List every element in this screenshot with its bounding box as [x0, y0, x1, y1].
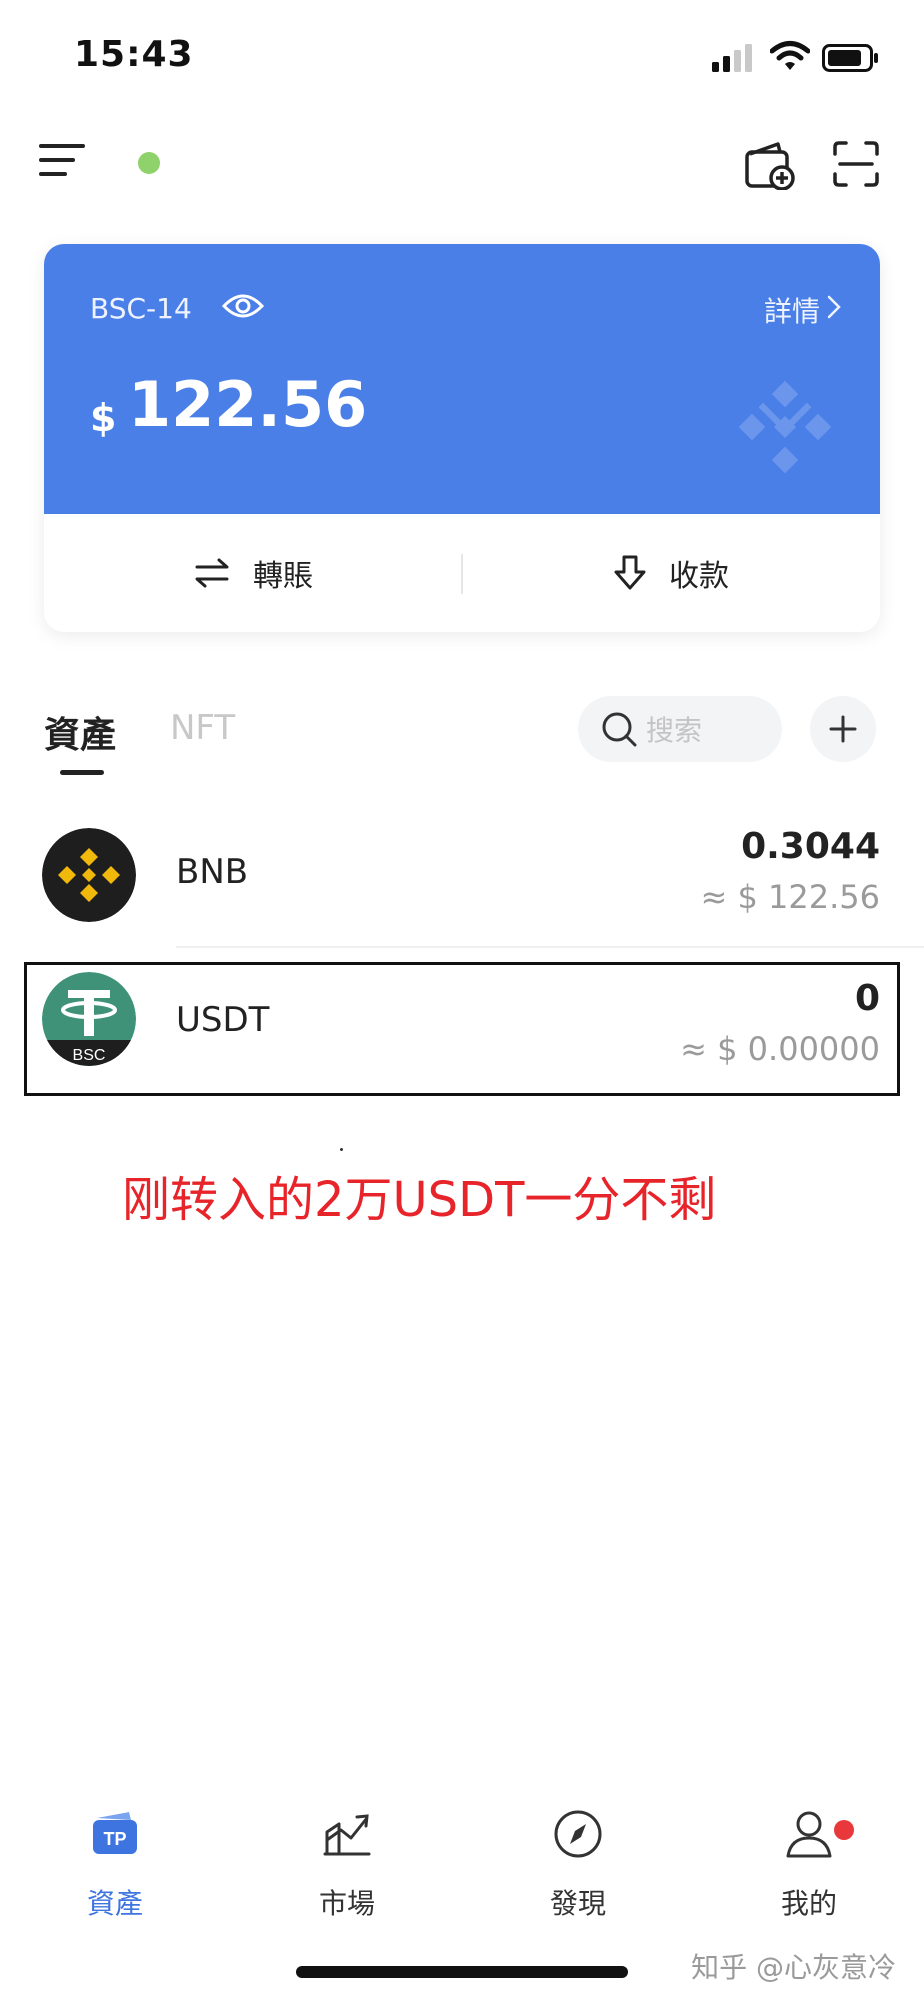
total-balance: 122.56: [128, 368, 368, 441]
compass-icon: [554, 1810, 602, 1858]
wallet-card: BSC-14 詳情 $ 122.56 轉賬 收款: [44, 244, 880, 632]
stray-dot: [340, 1148, 343, 1151]
annotation-text: 刚转入的2万USDT一分不剩: [122, 1172, 717, 1228]
currency-symbol: $: [90, 396, 117, 440]
online-status-dot: [138, 152, 160, 174]
svg-text:TP: TP: [103, 1829, 126, 1849]
chevron-right-icon[interactable]: [826, 294, 842, 320]
token-amount: 0.3044: [741, 826, 880, 867]
tab-nft[interactable]: NFT: [170, 708, 235, 748]
search-placeholder: 搜索: [646, 714, 703, 747]
receive-button[interactable]: 收款: [462, 514, 880, 632]
nav-label: 資產: [86, 1887, 143, 1920]
home-indicator[interactable]: [296, 1966, 628, 1978]
bnb-watermark-icon: [738, 380, 832, 474]
nav-label: 我的: [780, 1887, 837, 1920]
nav-market[interactable]: 市場: [272, 1808, 422, 1920]
wallet-name: BSC-14: [90, 292, 192, 325]
wallet-balance-panel: BSC-14 詳情 $ 122.56: [44, 244, 880, 514]
search-input[interactable]: 搜索: [578, 696, 782, 762]
search-icon: [602, 712, 637, 747]
add-token-button[interactable]: [810, 696, 876, 762]
token-row-bnb[interactable]: BNB 0.3044 ≈ $ 122.56: [0, 804, 924, 944]
eye-icon[interactable]: [222, 290, 264, 322]
nav-profile[interactable]: 我的: [734, 1808, 884, 1920]
receive-label: 收款: [669, 559, 729, 594]
battery-icon: [822, 44, 878, 72]
details-link[interactable]: 詳情: [764, 290, 820, 330]
notification-badge: [834, 1820, 854, 1840]
wifi-icon: [770, 41, 810, 70]
tp-wallet-icon: TP: [93, 1812, 137, 1854]
add-wallet-icon[interactable]: [744, 140, 796, 190]
nav-assets[interactable]: TP 資產: [40, 1808, 190, 1920]
watermark-text: 知乎 @心灰意冷: [691, 1951, 896, 1984]
user-icon: [786, 1811, 832, 1858]
download-arrow-icon: [614, 555, 646, 590]
highlight-box: [24, 962, 900, 1096]
scan-icon[interactable]: [832, 140, 880, 188]
active-tab-indicator: [60, 770, 104, 775]
row-divider: [176, 946, 924, 948]
menu-icon[interactable]: [38, 140, 86, 180]
transfer-label: 轉賬: [253, 559, 313, 594]
nav-label: 市場: [318, 1887, 375, 1920]
transfer-icon: [195, 558, 229, 588]
tab-assets[interactable]: 資產: [44, 706, 116, 758]
nav-discover[interactable]: 發現: [503, 1808, 653, 1920]
transfer-button[interactable]: 轉賬: [44, 514, 462, 632]
token-name: BNB: [176, 852, 249, 892]
status-time: 15:43: [74, 34, 194, 75]
bnb-logo-icon: [42, 828, 136, 922]
nav-label: 發現: [549, 1887, 606, 1920]
token-fiat-value: ≈ $ 122.56: [700, 878, 880, 916]
cellular-signal-icon: [712, 44, 752, 72]
chart-icon: [323, 1814, 371, 1856]
